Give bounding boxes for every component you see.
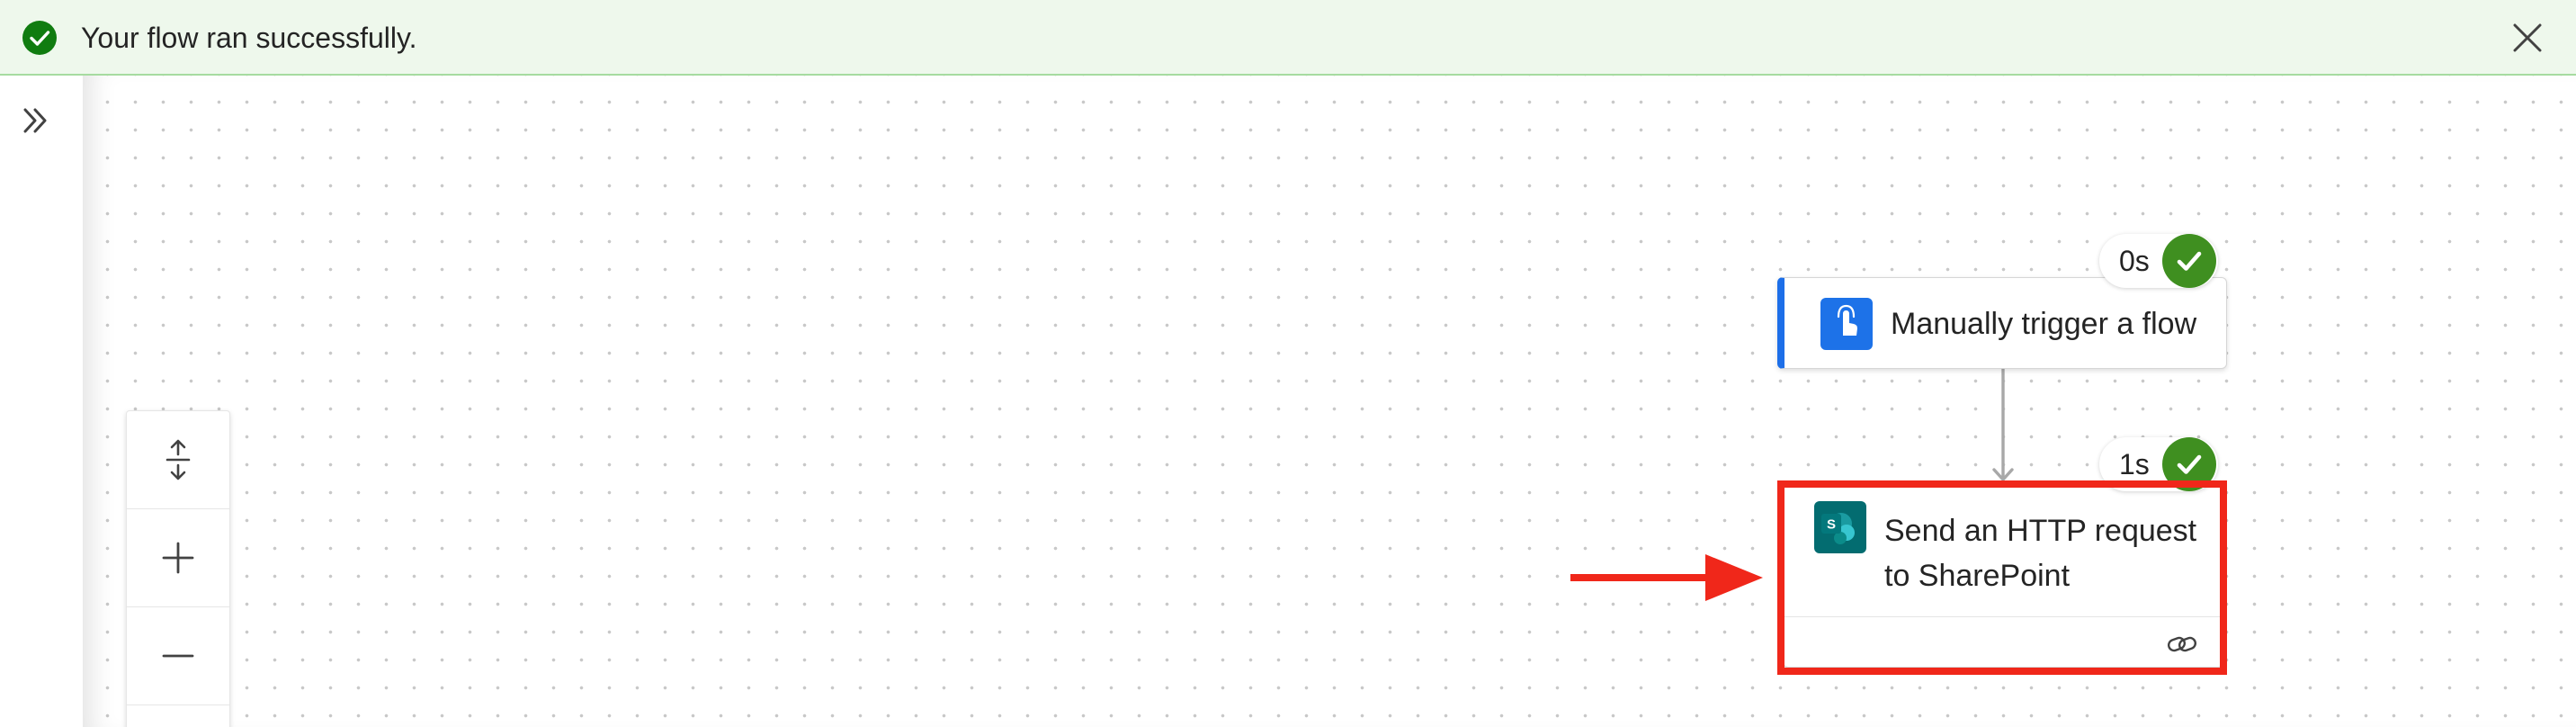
success-check-icon [22,21,57,55]
step-title: Manually trigger a flow [1891,307,2197,341]
close-icon[interactable] [2511,22,2544,54]
step-status-badge[interactable]: 0s [2099,234,2218,288]
annotation-highlight-box [1777,480,2227,675]
connector-arrow [1992,369,2014,481]
plus-icon [162,542,194,574]
touch-trigger-icon [1820,298,1873,350]
fit-to-view-button[interactable] [127,411,229,508]
step-duration: 0s [2119,244,2150,277]
zoom-controls [126,410,230,727]
success-banner: Your flow ran successfully. [0,0,2576,76]
annotation-arrow-icon [1570,554,1763,601]
step-duration: 1s [2119,447,2150,480]
zoom-in-button[interactable] [127,509,229,606]
left-rail [0,76,83,727]
trigger-card[interactable]: Manually trigger a flow [1777,277,2227,369]
banner-message: Your flow ran successfully. [81,22,417,54]
minus-icon [162,654,194,658]
fit-to-view-icon [165,439,191,480]
double-chevron-right-icon[interactable] [20,104,52,137]
zoom-out-button[interactable] [127,607,229,705]
flow-run-page: Your flow ran successfully. Manually tri… [0,0,2576,727]
success-check-icon [2162,234,2216,288]
